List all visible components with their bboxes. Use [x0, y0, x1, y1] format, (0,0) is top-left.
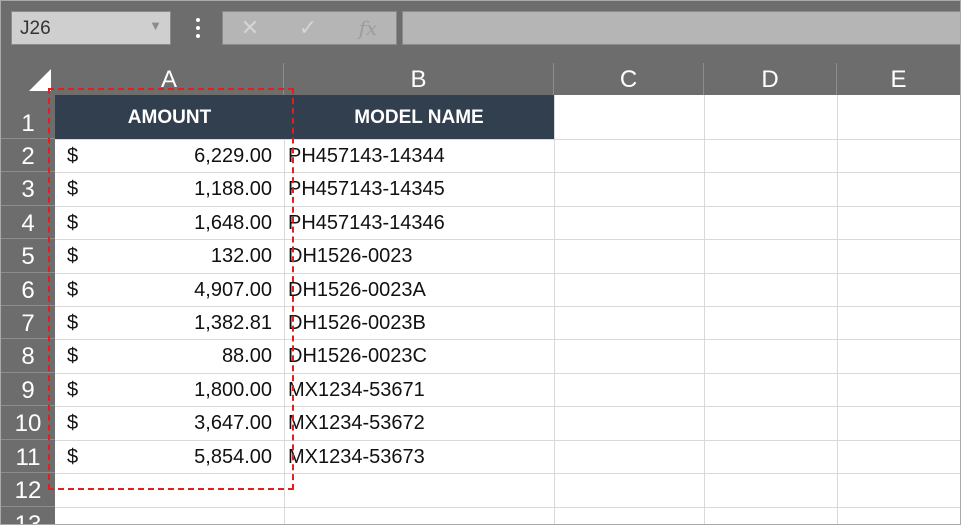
select-all-button[interactable]: [1, 63, 55, 95]
currency-symbol: $: [67, 446, 79, 468]
currency-symbol: $: [67, 245, 79, 267]
row-header-11[interactable]: 11: [1, 440, 55, 473]
gridline: [284, 95, 285, 524]
chevron-down-icon[interactable]: ▼: [149, 18, 162, 33]
amount-value: 4,907.00: [194, 279, 272, 301]
model-name-cell[interactable]: DH1526-0023A: [288, 273, 426, 306]
amount-cell[interactable]: $ 88.00: [55, 339, 284, 372]
formula-input[interactable]: [402, 11, 960, 45]
amount-value: 1,800.00: [194, 379, 272, 401]
currency-symbol: $: [67, 279, 79, 301]
excel-window: J26 ▼ ✕ ✓ fx A B C D E 1 2 3 4 5 6 7 8 9…: [0, 0, 961, 525]
column-header-b[interactable]: B: [284, 63, 554, 95]
formula-bar: J26 ▼ ✕ ✓ fx: [1, 1, 960, 59]
currency-symbol: $: [67, 145, 79, 167]
amount-cell[interactable]: $ 6,229.00: [55, 139, 284, 172]
amount-value: 132.00: [210, 245, 272, 267]
amount-value: 1,188.00: [194, 178, 272, 200]
name-box-value: J26: [20, 18, 51, 39]
amount-value: 6,229.00: [194, 145, 272, 167]
cell-area[interactable]: AMOUNT MODEL NAME $ 6,229.00 PH457143-14…: [55, 95, 960, 524]
row-header-7[interactable]: 7: [1, 306, 55, 339]
gridline: [55, 473, 960, 474]
header-cell-amount[interactable]: AMOUNT: [55, 95, 284, 139]
amount-cell[interactable]: $ 1,648.00: [55, 206, 284, 239]
model-name-cell[interactable]: PH457143-14344: [288, 139, 445, 172]
amount-cell[interactable]: $ 1,382.81: [55, 306, 284, 339]
model-name-cell[interactable]: MX1234-53673: [288, 440, 425, 473]
column-header-a[interactable]: A: [55, 63, 284, 95]
gridline: [554, 95, 555, 524]
amount-value: 3,647.00: [194, 412, 272, 434]
cancel-icon[interactable]: ✕: [235, 15, 265, 41]
currency-symbol: $: [67, 312, 79, 334]
row-header-8[interactable]: 8: [1, 339, 55, 373]
row-header-2[interactable]: 2: [1, 139, 55, 172]
amount-value: 1,382.81: [194, 312, 272, 334]
amount-cell[interactable]: $ 1,188.00: [55, 172, 284, 205]
amount-value: 88.00: [221, 345, 272, 367]
name-box[interactable]: J26 ▼: [11, 11, 171, 45]
row-header-4[interactable]: 4: [1, 206, 55, 239]
gridline: [55, 507, 960, 508]
column-header-d[interactable]: D: [704, 63, 837, 95]
model-name-cell[interactable]: MX1234-53671: [288, 373, 425, 406]
currency-symbol: $: [67, 178, 79, 200]
more-options-icon[interactable]: [189, 11, 207, 45]
column-header-e[interactable]: E: [837, 63, 960, 95]
gridline: [837, 95, 838, 524]
column-header-c[interactable]: C: [554, 63, 704, 95]
model-name-cell[interactable]: DH1526-0023C: [288, 339, 427, 372]
currency-symbol: $: [67, 412, 79, 434]
row-header-3[interactable]: 3: [1, 172, 55, 206]
model-name-cell[interactable]: DH1526-0023: [288, 239, 413, 272]
row-header-9[interactable]: 9: [1, 373, 55, 406]
enter-check-icon[interactable]: ✓: [293, 15, 323, 41]
row-header-5[interactable]: 5: [1, 239, 55, 273]
amount-value: 5,854.00: [194, 446, 272, 468]
amount-value: 1,648.00: [194, 212, 272, 234]
model-name-cell[interactable]: PH457143-14346: [288, 206, 445, 239]
model-name-cell[interactable]: PH457143-14345: [288, 172, 445, 205]
currency-symbol: $: [67, 345, 79, 367]
amount-cell[interactable]: $ 4,907.00: [55, 273, 284, 306]
currency-symbol: $: [67, 379, 79, 401]
header-cell-model-name[interactable]: MODEL NAME: [284, 95, 554, 139]
row-header-10[interactable]: 10: [1, 406, 55, 440]
amount-cell[interactable]: $ 3,647.00: [55, 406, 284, 439]
row-header-6[interactable]: 6: [1, 273, 55, 306]
model-name-cell[interactable]: MX1234-53672: [288, 406, 425, 439]
row-header-1[interactable]: 1: [1, 95, 55, 139]
row-header-12[interactable]: 12: [1, 473, 55, 507]
insert-function-icon[interactable]: fx: [353, 15, 383, 41]
select-all-triangle-icon: [29, 69, 51, 91]
amount-cell[interactable]: $ 5,854.00: [55, 440, 284, 473]
formula-buttons: ✕ ✓ fx: [222, 11, 397, 45]
row-header-13[interactable]: 13: [1, 507, 55, 524]
gridline: [704, 95, 705, 524]
currency-symbol: $: [67, 212, 79, 234]
amount-cell[interactable]: $ 1,800.00: [55, 373, 284, 406]
amount-cell[interactable]: $ 132.00: [55, 239, 284, 272]
worksheet-grid: A B C D E 1 2 3 4 5 6 7 8 9 10 11 12 13: [1, 63, 960, 524]
model-name-cell[interactable]: DH1526-0023B: [288, 306, 426, 339]
